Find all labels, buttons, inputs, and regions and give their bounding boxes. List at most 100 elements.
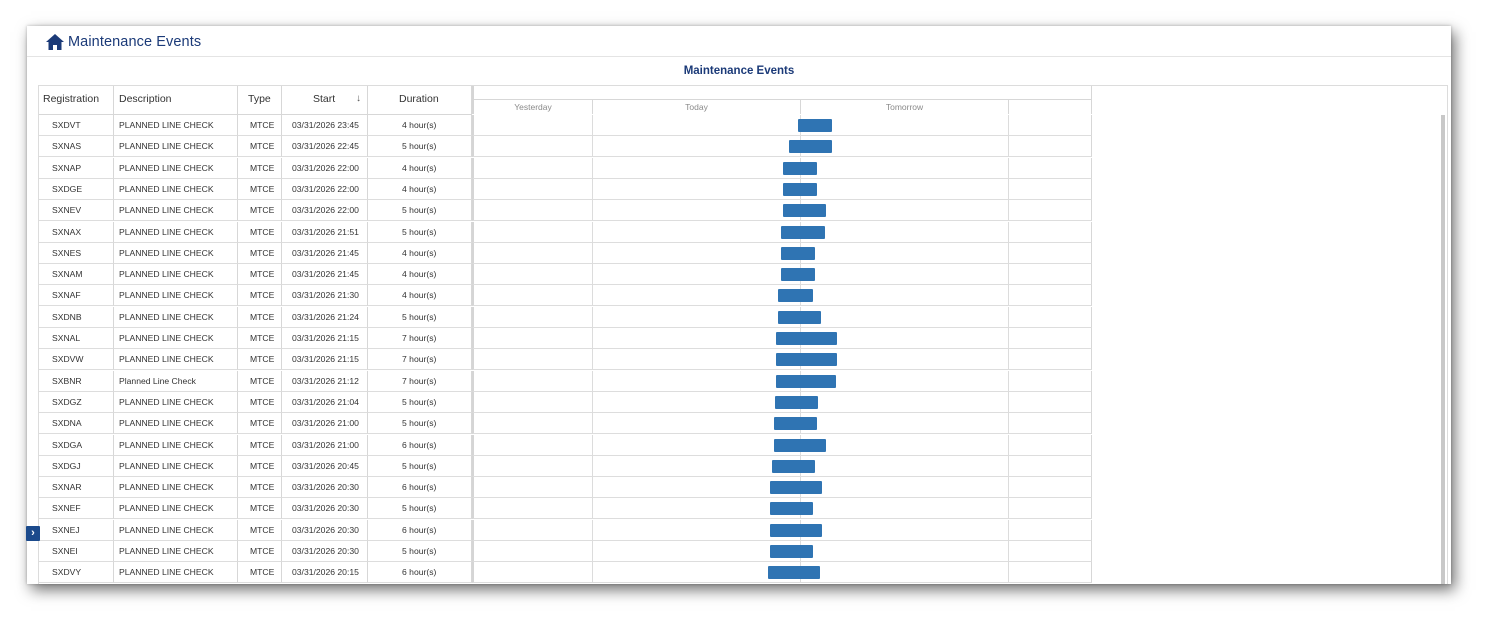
maintenance-event-bar[interactable] xyxy=(769,502,813,516)
cell-start: 03/31/2026 22:45 xyxy=(282,136,368,158)
maintenance-event-bar[interactable] xyxy=(797,119,833,132)
cell-description: PLANNED LINE CHECK xyxy=(114,477,238,499)
cell-type: MTCE xyxy=(238,306,282,328)
maintenance-event-bar[interactable] xyxy=(776,353,837,367)
cell-start: 03/31/2026 20:15 xyxy=(282,562,368,584)
home-icon[interactable] xyxy=(46,34,64,50)
cell-registration: SXDGE xyxy=(39,178,114,200)
maintenance-event-bar[interactable] xyxy=(778,289,813,303)
table-row[interactable]: SXDVY PLANNED LINE CHECK MTCE 03/31/2026 20… xyxy=(39,562,1092,584)
table-row[interactable]: SXNAL PLANNED LINE CHECK MTCE 03/31/2026 21… xyxy=(39,328,1092,349)
expand-panel-chevron-icon[interactable]: › xyxy=(26,526,40,541)
column-header-registration[interactable]: Registration xyxy=(39,86,114,114)
cell-registration: SXDVT xyxy=(39,115,114,136)
cell-registration: SXDGJ xyxy=(39,455,114,477)
column-header-description[interactable]: Description xyxy=(114,86,238,114)
table-row[interactable]: SXNEJ PLANNED LINE CHECK MTCE 03/31/2026 20… xyxy=(39,519,1092,541)
table-row[interactable]: SXNAM PLANNED LINE CHECK MTCE 03/31/2026 21… xyxy=(39,264,1092,286)
maintenance-event-bar[interactable] xyxy=(776,332,837,345)
maintenance-event-bar[interactable] xyxy=(782,182,818,196)
gantt-day-divider xyxy=(592,519,593,541)
maintenance-event-bar[interactable] xyxy=(789,140,833,154)
vertical-scrollbar[interactable] xyxy=(1441,115,1445,584)
table-row[interactable]: SXDVT PLANNED LINE CHECK MTCE 03/31/2026 23… xyxy=(39,115,1092,136)
cell-start: 03/31/2026 20:30 xyxy=(282,519,368,541)
column-header-type[interactable]: Type xyxy=(238,86,282,114)
table-row[interactable]: SXNAP PLANNED LINE CHECK MTCE 03/31/2026 22… xyxy=(39,157,1092,179)
cell-type: MTCE xyxy=(238,136,282,158)
maintenance-event-bar[interactable] xyxy=(767,566,820,580)
gantt-row xyxy=(472,413,1092,435)
maintenance-event-bar[interactable] xyxy=(771,459,816,473)
table-row[interactable]: SXNEI PLANNED LINE CHECK MTCE 03/31/2026 20… xyxy=(39,541,1092,562)
gantt-day-divider xyxy=(592,285,593,307)
maintenance-event-bar[interactable] xyxy=(780,246,816,260)
table-row[interactable]: SXBNR Planned Line Check MTCE 03/31/2026 21… xyxy=(39,370,1092,392)
maintenance-event-bar[interactable] xyxy=(769,523,822,537)
cell-duration: 5 hour(s) xyxy=(368,498,472,520)
cell-registration: SXNAM xyxy=(39,264,114,286)
table-row[interactable]: SXNEV PLANNED LINE CHECK MTCE 03/31/2026 22… xyxy=(39,200,1092,222)
table-row[interactable]: SXDGA PLANNED LINE CHECK MTCE 03/31/2026 21… xyxy=(39,434,1092,456)
maintenance-event-bar[interactable] xyxy=(769,545,813,558)
maintenance-event-bar[interactable] xyxy=(780,268,816,282)
maintenance-event-bar[interactable] xyxy=(769,481,822,495)
column-header-start[interactable]: Start ↓ xyxy=(282,86,368,114)
cell-registration: SXNAP xyxy=(39,157,114,179)
table-row[interactable]: SXNAX PLANNED LINE CHECK MTCE 03/31/2026 21… xyxy=(39,221,1092,243)
table-row[interactable]: SXNAF PLANNED LINE CHECK MTCE 03/31/2026 21… xyxy=(39,285,1092,307)
maintenance-event-bar[interactable] xyxy=(781,225,825,239)
cell-registration: SXDNB xyxy=(39,306,114,328)
gantt-day-yesterday: Yesterday xyxy=(474,99,592,114)
cell-duration: 5 hour(s) xyxy=(368,221,472,243)
events-grid: Registration Description Type Start ↓ Du… xyxy=(38,85,1448,584)
table-row[interactable]: SXNES PLANNED LINE CHECK MTCE 03/31/2026 21… xyxy=(39,242,1092,264)
cell-duration: 4 hour(s) xyxy=(368,178,472,200)
cell-description: PLANNED LINE CHECK xyxy=(114,157,238,179)
cell-start: 03/31/2026 21:15 xyxy=(282,328,368,349)
cell-description: PLANNED LINE CHECK xyxy=(114,519,238,541)
cell-description: PLANNED LINE CHECK xyxy=(114,562,238,584)
table-row[interactable]: SXDVW PLANNED LINE CHECK MTCE 03/31/2026 21… xyxy=(39,349,1092,371)
gantt-day-next xyxy=(1008,99,1092,114)
gantt-row xyxy=(472,200,1092,222)
cell-description: PLANNED LINE CHECK xyxy=(114,285,238,307)
table-row[interactable]: SXNEF PLANNED LINE CHECK MTCE 03/31/2026 20… xyxy=(39,498,1092,520)
gantt-day-divider xyxy=(592,136,593,158)
maintenance-event-bar[interactable] xyxy=(774,417,818,431)
maintenance-event-bar[interactable] xyxy=(774,438,826,452)
table-row[interactable]: SXDGZ PLANNED LINE CHECK MTCE 03/31/2026 21… xyxy=(39,391,1092,413)
gantt-day-divider xyxy=(592,242,593,264)
table-row[interactable]: SXDGE PLANNED LINE CHECK MTCE 03/31/2026 22… xyxy=(39,178,1092,200)
gantt-day-divider xyxy=(592,200,593,222)
cell-start: 03/31/2026 21:12 xyxy=(282,370,368,392)
table-row[interactable]: SXDGJ PLANNED LINE CHECK MTCE 03/31/2026 20… xyxy=(39,455,1092,477)
maintenance-event-bar[interactable] xyxy=(782,204,826,218)
table-row[interactable]: SXNAS PLANNED LINE CHECK MTCE 03/31/2026 22… xyxy=(39,136,1092,158)
maintenance-event-bar[interactable] xyxy=(782,161,818,175)
cell-description: PLANNED LINE CHECK xyxy=(114,455,238,477)
gantt-day-divider xyxy=(592,306,593,328)
cell-registration: SXBNR xyxy=(39,370,114,392)
gantt-row xyxy=(472,477,1092,499)
gantt-day-divider xyxy=(592,541,593,562)
cell-type: MTCE xyxy=(238,115,282,136)
gantt-day-divider xyxy=(592,115,593,136)
maintenance-event-bar[interactable] xyxy=(774,395,818,409)
table-row[interactable]: SXDNB PLANNED LINE CHECK MTCE 03/31/2026 21… xyxy=(39,306,1092,328)
maintenance-event-bar[interactable] xyxy=(777,310,821,324)
cell-description: PLANNED LINE CHECK xyxy=(114,498,238,520)
gantt-row xyxy=(472,349,1092,371)
gantt-day-divider xyxy=(1008,136,1009,158)
cell-start: 03/31/2026 21:30 xyxy=(282,285,368,307)
column-header-duration[interactable]: Duration xyxy=(368,86,472,114)
maintenance-event-bar[interactable] xyxy=(775,374,837,388)
table-row[interactable]: SXNAR PLANNED LINE CHECK MTCE 03/31/2026 20… xyxy=(39,477,1092,499)
table-row[interactable]: SXDNA PLANNED LINE CHECK MTCE 03/31/2026 21… xyxy=(39,413,1092,435)
panel-title: Maintenance Events xyxy=(683,65,795,77)
sort-descending-icon[interactable]: ↓ xyxy=(356,86,361,112)
cell-registration: SXNEJ xyxy=(39,519,114,541)
gantt-day-divider xyxy=(592,221,593,243)
gantt-day-divider xyxy=(592,157,593,179)
cell-description: PLANNED LINE CHECK xyxy=(114,328,238,349)
